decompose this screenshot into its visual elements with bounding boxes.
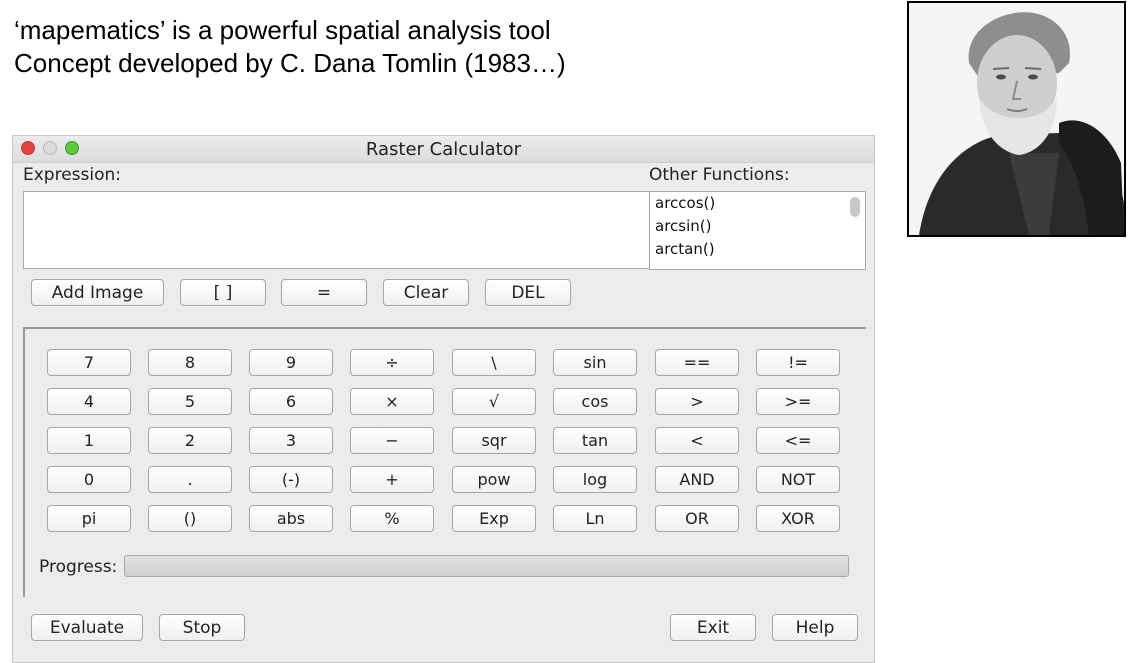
window-title: Raster Calculator: [365, 139, 522, 160]
key-greater-than[interactable]: >: [655, 388, 739, 415]
portrait-photo: [907, 1, 1126, 237]
key-and[interactable]: AND: [655, 466, 739, 493]
help-button[interactable]: Help: [772, 614, 858, 641]
exit-button[interactable]: Exit: [670, 614, 756, 641]
key-abs[interactable]: abs: [249, 505, 333, 532]
key-sin[interactable]: sin: [553, 349, 637, 376]
key-xor[interactable]: XOR: [756, 505, 840, 532]
key-not-equal[interactable]: !=: [756, 349, 840, 376]
add-image-button[interactable]: Add Image: [31, 279, 164, 306]
key-backslash[interactable]: \: [452, 349, 536, 376]
key-not[interactable]: NOT: [756, 466, 840, 493]
brackets-button[interactable]: [ ]: [180, 279, 266, 306]
key-8[interactable]: 8: [148, 349, 232, 376]
key-square-root[interactable]: √: [452, 388, 536, 415]
key-0[interactable]: 0: [47, 466, 131, 493]
key-decimal[interactable]: .: [148, 466, 232, 493]
key-divide[interactable]: ÷: [350, 349, 434, 376]
key-negate[interactable]: (-): [249, 466, 333, 493]
clear-button[interactable]: Clear: [383, 279, 469, 306]
key-multiply[interactable]: ×: [350, 388, 434, 415]
key-exp[interactable]: Exp: [452, 505, 536, 532]
key-equal-equal[interactable]: ==: [655, 349, 739, 376]
key-pow[interactable]: pow: [452, 466, 536, 493]
portrait-illustration: [909, 3, 1124, 235]
window-titlebar[interactable]: Raster Calculator: [13, 136, 874, 163]
key-percent[interactable]: %: [350, 505, 434, 532]
key-less-equal[interactable]: <=: [756, 427, 840, 454]
heading-line-2: Concept developed by C. Dana Tomlin (198…: [14, 48, 566, 78]
key-greater-equal[interactable]: >=: [756, 388, 840, 415]
key-3[interactable]: 3: [249, 427, 333, 454]
evaluate-button[interactable]: Evaluate: [31, 614, 143, 641]
key-or[interactable]: OR: [655, 505, 739, 532]
function-item-arccos[interactable]: arccos(): [650, 192, 865, 215]
key-4[interactable]: 4: [47, 388, 131, 415]
heading-line-1: ‘mapematics’ is a powerful spatial analy…: [14, 15, 551, 45]
key-sqr[interactable]: sqr: [452, 427, 536, 454]
key-6[interactable]: 6: [249, 388, 333, 415]
key-cos[interactable]: cos: [553, 388, 637, 415]
key-less-than[interactable]: <: [655, 427, 739, 454]
function-item-arctan[interactable]: arctan(): [650, 238, 865, 261]
key-1[interactable]: 1: [47, 427, 131, 454]
function-item-arcsin[interactable]: arcsin(): [650, 215, 865, 238]
progress-bar: [124, 555, 849, 577]
key-pi[interactable]: pi: [47, 505, 131, 532]
key-minus[interactable]: −: [350, 427, 434, 454]
functions-scrollbar[interactable]: [850, 197, 860, 217]
expression-input[interactable]: [23, 191, 650, 269]
key-2[interactable]: 2: [148, 427, 232, 454]
key-ln[interactable]: Ln: [553, 505, 637, 532]
key-7[interactable]: 7: [47, 349, 131, 376]
slide-heading: ‘mapematics’ is a powerful spatial analy…: [14, 14, 566, 80]
stop-button[interactable]: Stop: [159, 614, 245, 641]
key-plus[interactable]: +: [350, 466, 434, 493]
equals-button[interactable]: =: [281, 279, 367, 306]
key-log[interactable]: log: [553, 466, 637, 493]
key-parentheses[interactable]: (): [148, 505, 232, 532]
other-functions-label: Other Functions:: [649, 165, 790, 185]
expression-label: Expression:: [23, 165, 122, 185]
del-button[interactable]: DEL: [485, 279, 571, 306]
key-tan[interactable]: tan: [553, 427, 637, 454]
progress-label: Progress:: [39, 557, 118, 577]
key-9[interactable]: 9: [249, 349, 333, 376]
other-functions-list[interactable]: arccos() arcsin() arctan(): [649, 191, 866, 270]
raster-calculator-window: Raster Calculator Expression: Other Func…: [12, 135, 875, 663]
key-5[interactable]: 5: [148, 388, 232, 415]
